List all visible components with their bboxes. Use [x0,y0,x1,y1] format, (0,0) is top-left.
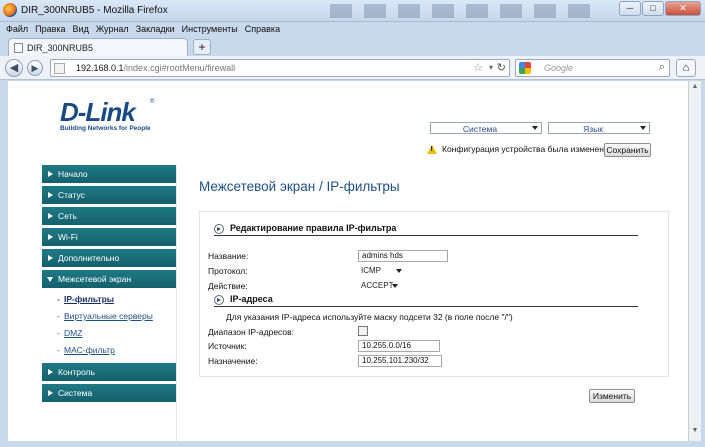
google-icon[interactable] [519,62,531,74]
search-placeholder: Google [544,63,574,73]
menu-file[interactable]: Файл [6,22,28,36]
system-select[interactable]: Система [430,122,542,134]
ip-range-checkbox[interactable] [358,326,368,336]
new-tab-button[interactable]: + [193,39,211,55]
section-edit-rule: Редактирование правила IP-фильтра [214,222,638,236]
dlink-logo: D-Link ® Building Networks for People [60,97,155,132]
close-button[interactable]: ✕ [665,1,701,16]
chevron-down-icon [396,269,402,273]
destination-label: Назначение: [208,356,258,366]
arrow-down-icon [47,277,53,282]
chevron-down-icon [532,126,538,130]
page-title: Межсетевой экран / IP-фильтры [199,179,400,194]
minimize-button[interactable]: ─ [619,1,641,16]
title-bar: DIR_300NRUB5 - Mozilla Firefox ─ □ ✕ [0,0,705,22]
menu-bar: Файл Правка Вид Журнал Закладки Инструме… [0,22,705,36]
logo-tagline: Building Networks for People [60,125,151,132]
change-button[interactable]: Изменить [589,389,635,403]
vertical-scrollbar[interactable]: ▲ ▼ [688,81,701,441]
arrow-right-icon [48,255,53,261]
subitem-mac-filter[interactable]: - MAC-фильтр [42,342,176,359]
ip-range-label: Диапазон IP-адресов: [208,327,295,337]
firefox-icon [3,3,17,17]
logo-brand: D-Link [60,97,136,127]
page-viewport: D-Link ® Building Networks for People Си… [8,81,688,441]
arrow-right-icon [48,369,53,375]
sidebar-item-control[interactable]: Контроль [42,363,176,381]
save-button[interactable]: Сохранить [604,143,651,157]
search-icon[interactable]: ⌕ [659,61,665,74]
bookmark-star-icon[interactable]: ☆ [473,61,483,74]
action-select[interactable]: ACCEPT [358,280,400,292]
name-label: Название: [208,251,249,261]
system-select-label: Система [462,124,498,134]
name-input[interactable]: admins hds [358,250,448,262]
menu-edit[interactable]: Правка [35,22,65,36]
section-arrow-icon [214,224,224,234]
section-ip-addresses: IP-адреса [214,293,638,307]
section-ip-addresses-title: IP-адреса [230,294,273,304]
blurred-taskbar [330,4,600,18]
arrow-right-icon [48,390,53,396]
navigation-bar: ◀ ▶ 192.168.0.1/index.cgi#rootMenu/firew… [0,56,705,80]
history-dropdown-icon[interactable]: ▾ [489,63,493,72]
sidebar-item-system[interactable]: Система [42,384,176,402]
config-changed-warning: Конфигурация устройства была изменена [442,144,609,154]
subitem-ip-filters[interactable]: - IP-фильтры [42,291,176,308]
arrow-right-icon [48,213,53,219]
chevron-down-icon [392,284,398,288]
language-select-label: Язык [583,124,603,134]
arrow-right-icon [48,234,53,240]
back-button[interactable]: ◀ [5,59,23,77]
maximize-button[interactable]: □ [642,1,664,16]
sidebar-item-firewall[interactable]: Межсетевой экран [42,270,176,288]
sidebar-item-home[interactable]: Начало [42,165,176,183]
destination-input[interactable]: 10.255.101.230/32 [358,355,442,367]
warning-icon: ! [427,145,437,154]
menu-help[interactable]: Справка [245,22,280,36]
section-edit-rule-title: Редактирование правила IP-фильтра [230,223,397,233]
arrow-right-icon [48,192,53,198]
sidebar: Начало Статус Сеть Wi-Fi Дополнительно М… [42,165,176,405]
protocol-label: Протокол: [208,266,248,276]
scroll-down-icon[interactable]: ▼ [689,427,701,439]
chevron-down-icon [640,126,646,130]
address-bar[interactable]: 192.168.0.1/index.cgi#rootMenu/firewall … [50,59,510,77]
window-controls: ─ □ ✕ [619,1,701,16]
protocol-select[interactable]: ICMP [358,265,404,277]
menu-view[interactable]: Вид [73,22,89,36]
arrow-right-icon [48,171,53,177]
action-label: Действие: [208,281,248,291]
tab-strip: DIR_300NRUB5 + [0,36,705,56]
scroll-up-icon[interactable]: ▲ [689,83,701,95]
main-content: Межсетевой экран / IP-фильтры Редактиров… [176,165,688,441]
url-text[interactable]: 192.168.0.1/index.cgi#rootMenu/firewall [76,63,235,73]
menu-history[interactable]: Журнал [96,22,129,36]
menu-tools[interactable]: Инструменты [182,22,238,36]
subnet-mask-hint: Для указания IP-адреса используйте маску… [226,312,513,322]
sidebar-item-advanced[interactable]: Дополнительно [42,249,176,267]
subitem-dmz[interactable]: - DMZ [42,325,176,342]
page-icon [14,43,23,53]
subitem-virtual-servers[interactable]: - Виртуальные серверы [42,308,176,325]
firewall-submenu: - IP-фильтры - Виртуальные серверы - DMZ -M… [42,291,176,359]
sidebar-item-status[interactable]: Статус [42,186,176,204]
source-input[interactable]: 10.255.0.0/16 [358,340,440,352]
tab-label: DIR_300NRUB5 [27,43,94,53]
reload-icon[interactable]: ↻ [497,61,506,74]
logo-registered-mark: ® [150,99,155,105]
home-button[interactable]: ⌂ [676,59,696,77]
ip-filter-rule-panel: Редактирование правила IP-фильтра Назван… [199,211,669,377]
site-identity-icon[interactable] [54,63,65,74]
menu-bookmarks[interactable]: Закладки [136,22,175,36]
section-arrow-icon [214,295,224,305]
window-title: DIR_300NRUB5 - Mozilla Firefox [21,5,168,16]
source-label: Источник: [208,341,247,351]
sidebar-item-wifi[interactable]: Wi-Fi [42,228,176,246]
language-select[interactable]: Язык [548,122,650,134]
search-bar[interactable]: Google ⌕ [515,59,670,77]
sidebar-item-network[interactable]: Сеть [42,207,176,225]
browser-tab[interactable]: DIR_300NRUB5 [8,38,188,56]
forward-button[interactable]: ▶ [27,60,43,76]
